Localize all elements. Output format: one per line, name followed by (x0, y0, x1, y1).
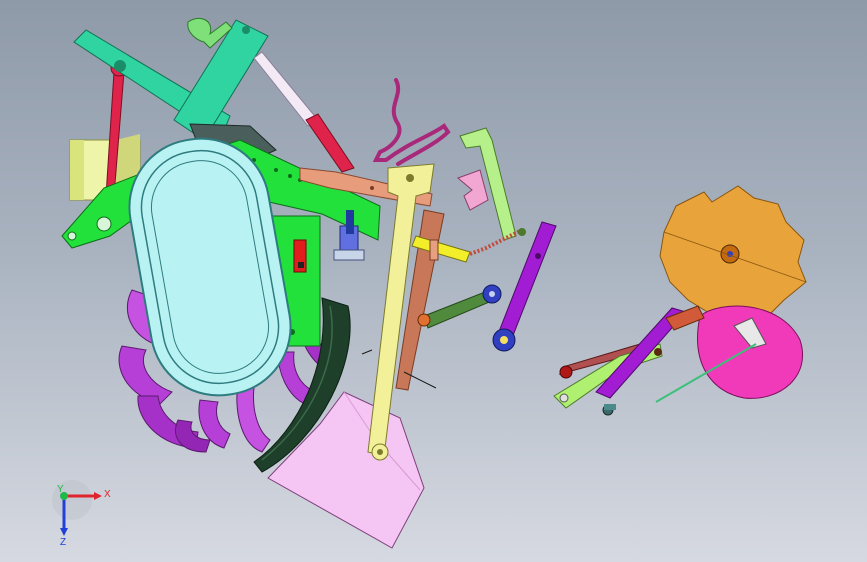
cad-assembly-scene[interactable]: X Y Z (0, 0, 867, 562)
y-axis-label: Y (57, 484, 64, 495)
coordinate-triad: X Y Z (52, 480, 111, 548)
olive-link-arm[interactable] (417, 284, 502, 329)
x-axis-arrowhead (94, 492, 102, 500)
right-lower-linkage[interactable] (553, 305, 705, 416)
z-axis-arrowhead (60, 528, 68, 536)
curly-handle[interactable] (372, 78, 451, 166)
orange-scalloped-disc[interactable] (659, 185, 807, 319)
cad-3d-viewport[interactable]: X Y Z (0, 0, 867, 562)
rotary-tine[interactable] (236, 383, 271, 453)
z-axis-label: Z (60, 537, 66, 548)
pink-side-bracket[interactable] (457, 169, 489, 211)
plow-share[interactable] (267, 391, 425, 549)
mint-upper-arm[interactable] (73, 19, 269, 141)
x-axis-label: X (104, 489, 111, 500)
violet-depth-link[interactable] (492, 221, 557, 352)
